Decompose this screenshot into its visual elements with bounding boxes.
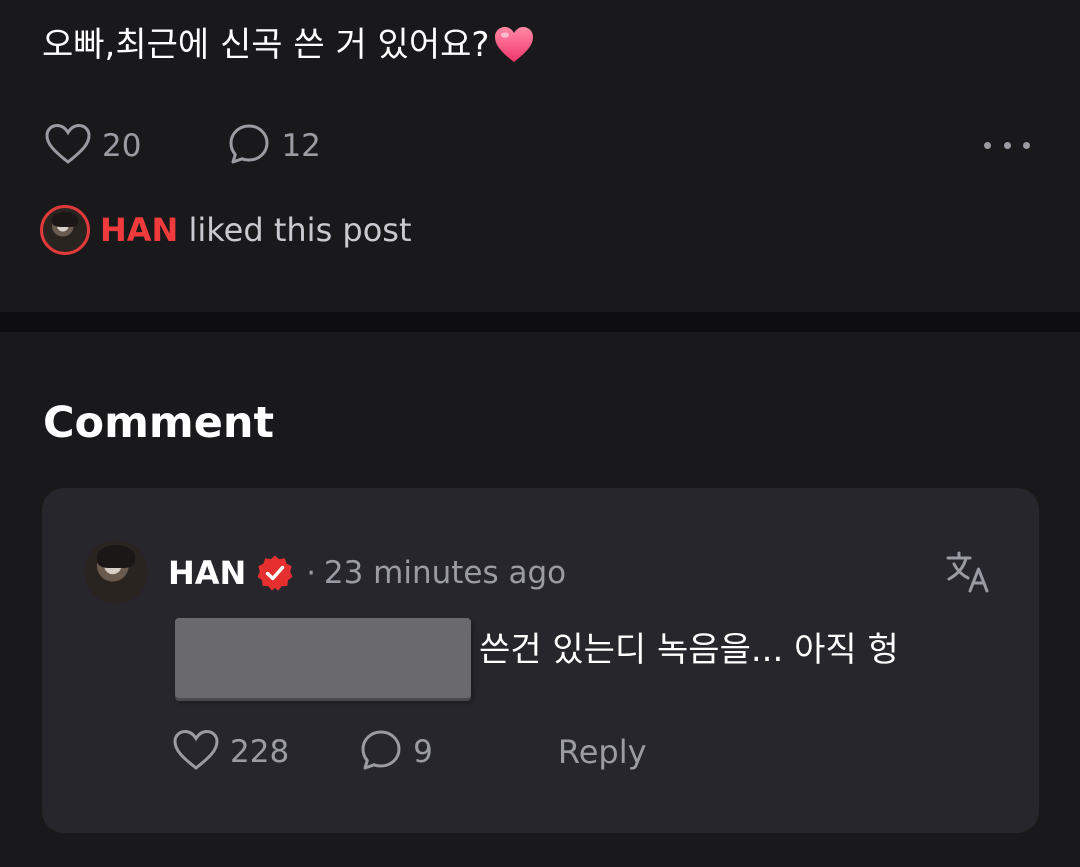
post-like-count: 20 bbox=[102, 128, 142, 164]
comment-author-name[interactable]: HAN bbox=[168, 554, 246, 592]
post-comment-count: 12 bbox=[281, 128, 321, 164]
comment-bubble-icon bbox=[227, 122, 271, 170]
comment-actions: 228 9 Reply bbox=[172, 726, 647, 778]
meta-separator: · bbox=[306, 555, 316, 591]
comments-heading: Comment bbox=[43, 398, 275, 448]
heart-emoji-icon bbox=[493, 26, 535, 78]
comment-author-avatar[interactable] bbox=[84, 540, 148, 604]
redaction-block bbox=[175, 618, 471, 698]
comment-header: HAN · 23 minutes ago bbox=[168, 548, 566, 598]
post-comment-button[interactable]: 12 bbox=[227, 122, 321, 170]
comment-timestamp: 23 minutes ago bbox=[323, 555, 567, 591]
comment-reply-count: 9 bbox=[413, 734, 433, 770]
liker-avatar[interactable] bbox=[40, 205, 90, 255]
liked-by-row[interactable]: HAN liked this post bbox=[40, 204, 412, 256]
liked-by-suffix: liked this post bbox=[188, 211, 412, 249]
comment-text: 쓴건 있는디 녹음을... 아직 헝 bbox=[479, 630, 899, 670]
liker-name[interactable]: HAN bbox=[100, 211, 178, 249]
heart-outline-icon bbox=[44, 123, 92, 169]
comment-card: HAN · 23 minutes ago 쓴건 있는디 녹음을... 아직 헝 bbox=[42, 488, 1039, 833]
post-actions: 20 12 bbox=[44, 122, 321, 170]
comment-reply-count-button[interactable]: 9 bbox=[359, 728, 433, 776]
post-text-content: 오빠,최근에 신곡 쓴 거 있어요? bbox=[42, 25, 490, 65]
translate-icon[interactable] bbox=[944, 548, 992, 600]
comment-like-button[interactable]: 228 bbox=[172, 729, 289, 775]
comment-bubble-icon bbox=[359, 728, 403, 776]
post-text: 오빠,최근에 신곡 쓴 거 있어요? bbox=[42, 20, 535, 78]
liked-by-text: HAN liked this post bbox=[100, 211, 412, 249]
post-like-button[interactable]: 20 bbox=[44, 123, 141, 169]
verified-badge-icon bbox=[256, 554, 294, 592]
reply-button[interactable]: Reply bbox=[558, 733, 647, 771]
heart-outline-icon bbox=[172, 729, 220, 775]
more-dots-icon[interactable] bbox=[980, 130, 1034, 160]
comment-like-count: 228 bbox=[230, 734, 290, 770]
section-divider bbox=[0, 312, 1080, 332]
